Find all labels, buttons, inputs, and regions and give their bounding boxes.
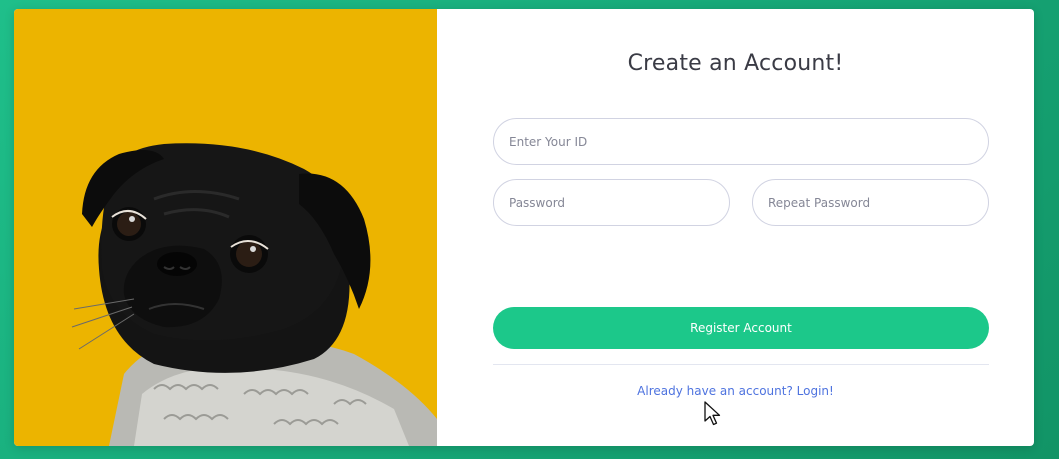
- pug-illustration: [71, 143, 437, 446]
- register-card: Create an Account! Register Account Alre…: [14, 9, 1034, 446]
- id-input[interactable]: [493, 118, 989, 165]
- password-input[interactable]: [493, 179, 730, 226]
- pug-image: [14, 9, 437, 446]
- divider: [493, 364, 989, 365]
- form-panel: Create an Account! Register Account Alre…: [437, 9, 1034, 446]
- login-link[interactable]: Already have an account? Login!: [437, 384, 1034, 398]
- repeat-password-input[interactable]: [752, 179, 989, 226]
- register-account-button[interactable]: Register Account: [493, 307, 989, 349]
- mouse-pointer-icon: [704, 401, 721, 426]
- page-title: Create an Account!: [627, 51, 844, 76]
